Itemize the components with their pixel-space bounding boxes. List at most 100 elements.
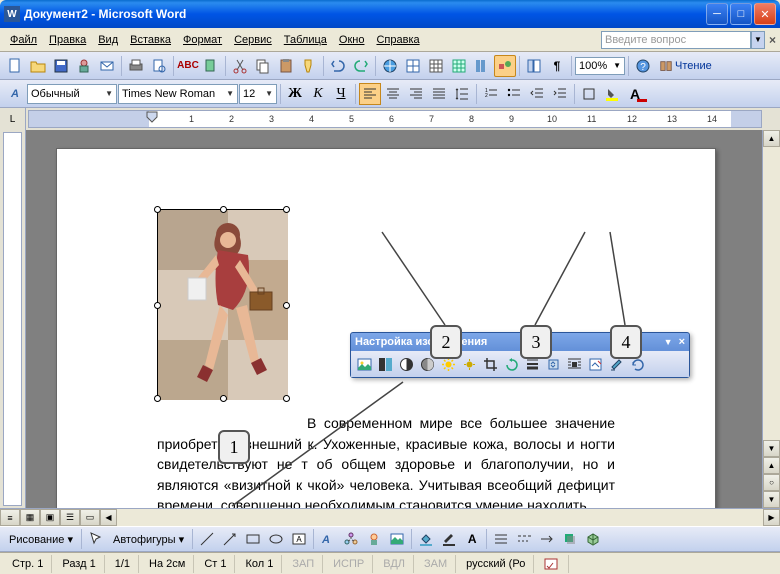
picture-toolbar-options-icon[interactable]: ▼ — [664, 337, 673, 347]
show-marks-button[interactable]: ¶ — [546, 55, 568, 77]
prev-page-button[interactable]: ▲ — [763, 457, 780, 474]
highlight-button[interactable] — [601, 83, 623, 105]
crop-button[interactable] — [480, 354, 500, 374]
color-mode-button[interactable] — [375, 354, 395, 374]
scroll-left-button[interactable]: ◀ — [100, 509, 117, 526]
increase-indent-button[interactable] — [549, 83, 571, 105]
format-picture-button[interactable] — [585, 354, 605, 374]
web-view-button[interactable]: ▦ — [20, 509, 40, 526]
insert-image-button[interactable] — [386, 528, 408, 550]
align-justify-button[interactable] — [428, 83, 450, 105]
print-button[interactable] — [125, 55, 147, 77]
bullets-button[interactable] — [503, 83, 525, 105]
shadow-button[interactable] — [559, 528, 581, 550]
outline-view-button[interactable]: ☰ — [60, 509, 80, 526]
rotate-left-button[interactable] — [501, 354, 521, 374]
close-button[interactable]: ✕ — [754, 3, 776, 25]
status-ext[interactable]: ВДЛ — [375, 555, 414, 573]
align-left-button[interactable] — [359, 83, 381, 105]
status-trk[interactable]: ИСПР — [325, 555, 373, 573]
align-center-button[interactable] — [382, 83, 404, 105]
menu-table[interactable]: Таблица — [278, 32, 333, 48]
rectangle-button[interactable] — [242, 528, 264, 550]
research-button[interactable] — [200, 55, 222, 77]
save-button[interactable] — [50, 55, 72, 77]
status-lang[interactable]: русский (Ро — [458, 555, 534, 573]
minimize-button[interactable]: ─ — [706, 3, 728, 25]
spelling-button[interactable]: ABC — [177, 55, 199, 77]
normal-view-button[interactable]: ≡ — [0, 509, 20, 526]
style-combo[interactable]: Обычный▼ — [27, 84, 117, 104]
fill-color-button[interactable] — [415, 528, 437, 550]
line-button[interactable] — [196, 528, 218, 550]
textbox-button[interactable]: A — [288, 528, 310, 550]
selected-image[interactable] — [157, 209, 287, 399]
less-brightness-button[interactable] — [459, 354, 479, 374]
dash-style-button[interactable] — [513, 528, 535, 550]
hyperlink-button[interactable] — [379, 55, 401, 77]
status-ovwr[interactable]: ЗАМ — [416, 555, 456, 573]
diagram-button[interactable] — [340, 528, 362, 550]
status-spell-icon[interactable] — [536, 555, 569, 573]
insert-worksheet-button[interactable] — [448, 55, 470, 77]
wordart-button[interactable]: A — [317, 528, 339, 550]
oval-button[interactable] — [265, 528, 287, 550]
numbering-button[interactable]: 12 — [480, 83, 502, 105]
horizontal-scrollbar[interactable]: ◀ ▶ — [100, 509, 780, 526]
zoom-combo[interactable]: 100%▼ — [575, 57, 625, 75]
permission-button[interactable] — [73, 55, 95, 77]
vertical-scrollbar[interactable]: ▲ ▼ ▲ ○ ▼ — [762, 130, 780, 508]
print-layout-view-button[interactable]: ▣ — [40, 509, 60, 526]
select-objects-button[interactable] — [85, 528, 107, 550]
more-contrast-button[interactable] — [396, 354, 416, 374]
decrease-indent-button[interactable] — [526, 83, 548, 105]
borders-button[interactable] — [578, 83, 600, 105]
maximize-button[interactable]: □ — [730, 3, 752, 25]
insert-picture-button[interactable] — [354, 354, 374, 374]
help-search-dropdown[interactable]: ▼ — [751, 31, 765, 49]
drawing-toolbar-button[interactable] — [494, 55, 516, 77]
arrow-style-button[interactable] — [536, 528, 558, 550]
email-button[interactable] — [96, 55, 118, 77]
menu-help[interactable]: Справка — [370, 32, 425, 48]
next-page-button[interactable]: ▼ — [763, 491, 780, 508]
bold-button[interactable]: Ж — [284, 83, 306, 105]
cut-button[interactable] — [229, 55, 251, 77]
line-color-button[interactable] — [438, 528, 460, 550]
font-size-combo[interactable]: 12▼ — [239, 84, 277, 104]
status-rec[interactable]: ЗАП — [284, 555, 323, 573]
horizontal-ruler[interactable]: 1 2 1 2 3 4 5 6 7 8 9 10 11 12 13 14 — [28, 110, 762, 128]
line-spacing-button[interactable] — [451, 83, 473, 105]
copy-button[interactable] — [252, 55, 274, 77]
font-color-draw-button[interactable]: A — [461, 528, 483, 550]
new-doc-button[interactable] — [4, 55, 26, 77]
reading-layout-button[interactable]: Чтение — [655, 59, 716, 73]
scroll-down-button[interactable]: ▼ — [763, 440, 780, 457]
browse-object-button[interactable]: ○ — [763, 474, 780, 491]
menu-file[interactable]: Файл — [4, 32, 43, 48]
underline-button[interactable]: Ч — [330, 83, 352, 105]
undo-button[interactable] — [327, 55, 349, 77]
3d-button[interactable] — [582, 528, 604, 550]
format-painter-button[interactable] — [298, 55, 320, 77]
styles-pane-button[interactable]: A — [4, 83, 26, 105]
arrow-button[interactable] — [219, 528, 241, 550]
document-area[interactable]: В современном мире все большее значение … — [26, 130, 762, 508]
reading-view-button[interactable]: ▭ — [80, 509, 100, 526]
drawing-menu[interactable]: Рисование ▾ — [4, 532, 78, 547]
autoshapes-menu[interactable]: Автофигуры ▾ — [108, 532, 189, 547]
menu-edit[interactable]: Правка — [43, 32, 92, 48]
menu-insert[interactable]: Вставка — [124, 32, 177, 48]
scroll-up-button[interactable]: ▲ — [763, 130, 780, 147]
close-doc-button[interactable]: × — [769, 33, 776, 47]
tables-borders-button[interactable] — [402, 55, 424, 77]
text-wrap-button[interactable] — [564, 354, 584, 374]
doc-map-button[interactable] — [523, 55, 545, 77]
paste-button[interactable] — [275, 55, 297, 77]
menu-tools[interactable]: Сервис — [228, 32, 278, 48]
menu-window[interactable]: Окно — [333, 32, 371, 48]
picture-toolbar-close-icon[interactable]: × — [679, 336, 685, 348]
menu-format[interactable]: Формат — [177, 32, 228, 48]
menu-view[interactable]: Вид — [92, 32, 124, 48]
columns-button[interactable] — [471, 55, 493, 77]
